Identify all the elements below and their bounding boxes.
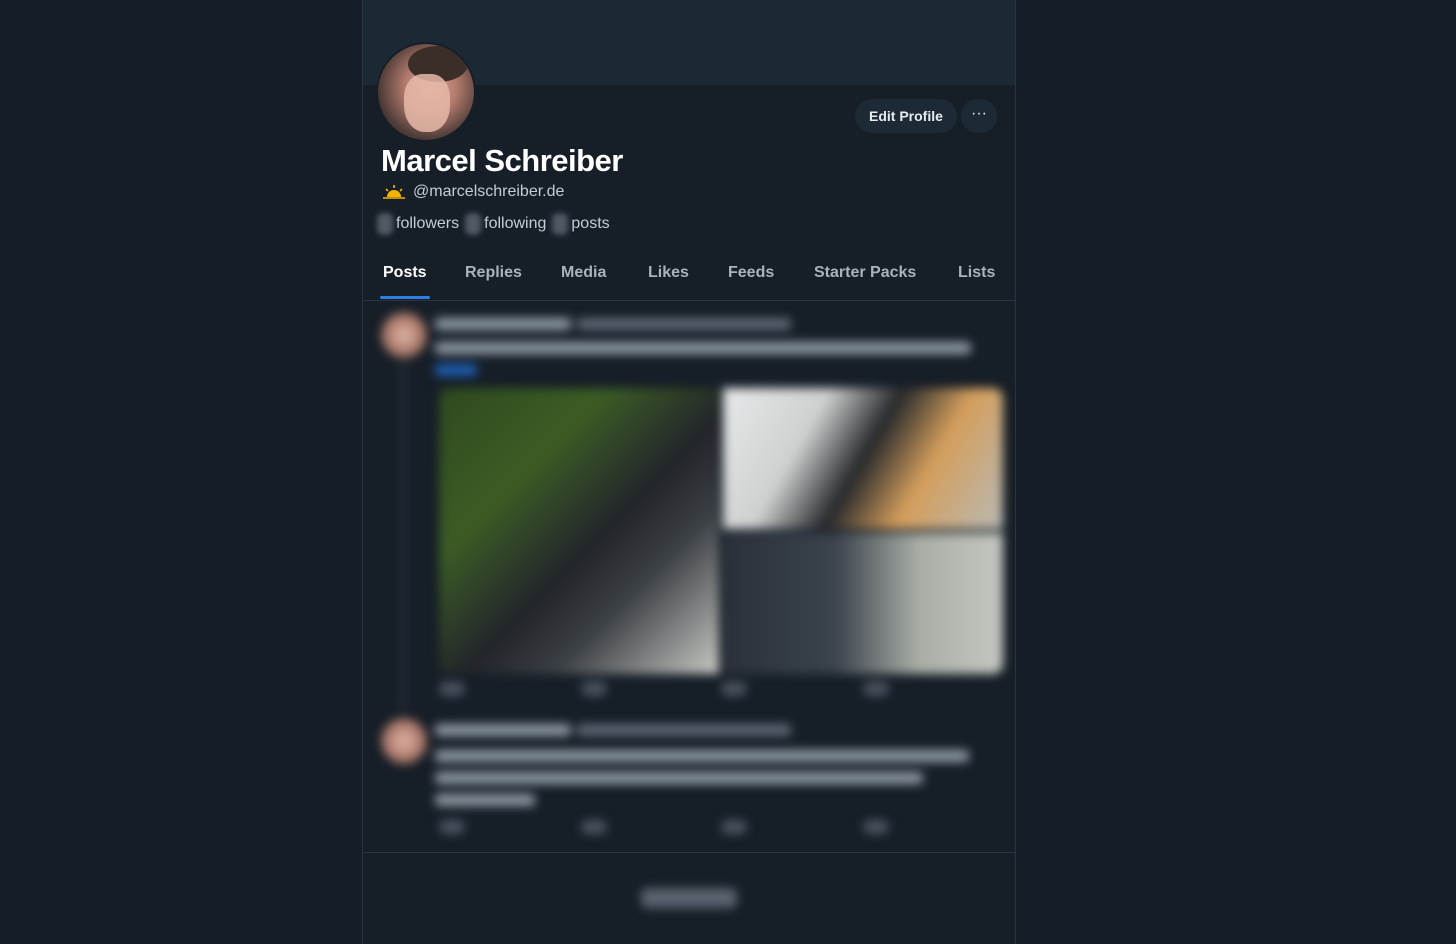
post-actions (439, 682, 889, 698)
avatar-hand (404, 74, 450, 132)
post-text-redacted (435, 772, 923, 784)
feed-divider (363, 852, 1015, 853)
reply-icon[interactable] (439, 682, 465, 696)
profile-handle[interactable]: @marcelschreiber.de (413, 183, 564, 201)
post-text-redacted (435, 750, 969, 762)
active-tab-indicator (380, 296, 430, 299)
followers-count-redacted (377, 213, 393, 235)
following-label[interactable]: following (484, 215, 546, 233)
post-meta-redacted (577, 724, 791, 736)
post-image[interactable] (439, 388, 719, 674)
feed-post[interactable] (363, 712, 1015, 850)
tab-feeds[interactable]: Feeds (728, 264, 774, 282)
more-icon[interactable] (863, 820, 889, 834)
like-icon[interactable] (721, 682, 747, 696)
posts-count-redacted (552, 213, 569, 235)
thread-line (401, 362, 405, 712)
posts-label: posts (571, 215, 610, 232)
handle-row: @marcelschreiber.de (383, 183, 564, 201)
post-author-redacted (435, 318, 571, 330)
post-avatar[interactable] (381, 718, 427, 764)
repost-icon[interactable] (581, 820, 607, 834)
tab-likes[interactable]: Likes (648, 264, 689, 282)
profile-avatar[interactable] (376, 42, 476, 142)
tab-lists[interactable]: Lists (958, 264, 995, 282)
profile-stats: followers following posts (377, 213, 610, 235)
end-of-feed-redacted (641, 888, 737, 908)
post-media-grid[interactable] (439, 388, 1003, 674)
profile-column: Edit Profile ··· Marcel Schreiber @marce… (362, 0, 1016, 944)
tab-posts[interactable]: Posts (383, 264, 427, 282)
followers-label[interactable]: followers (396, 215, 459, 233)
tab-replies[interactable]: Replies (465, 264, 522, 282)
post-text-redacted (435, 342, 971, 354)
post-image[interactable] (723, 388, 1003, 529)
post-text-redacted (435, 794, 535, 806)
tab-media[interactable]: Media (561, 264, 606, 282)
post-actions (439, 820, 889, 836)
profile-tabs: Posts Replies Media Likes Feeds Starter … (363, 252, 1015, 301)
edit-profile-button[interactable]: Edit Profile (855, 99, 957, 133)
display-name: Marcel Schreiber (381, 143, 623, 178)
post-avatar[interactable] (381, 312, 427, 358)
post-author-redacted (435, 724, 571, 736)
more-icon[interactable] (863, 682, 889, 696)
feed-post[interactable] (363, 300, 1015, 712)
tab-starter-packs[interactable]: Starter Packs (814, 264, 916, 282)
more-options-button[interactable]: ··· (961, 99, 997, 133)
sunrise-icon (383, 185, 405, 199)
following-count-redacted (465, 213, 482, 235)
post-link-redacted (435, 364, 477, 376)
post-meta-redacted (577, 318, 791, 330)
post-image[interactable] (723, 533, 1003, 674)
ellipsis-icon: ··· (971, 105, 987, 122)
like-icon[interactable] (721, 820, 747, 834)
repost-icon[interactable] (581, 682, 607, 696)
reply-icon[interactable] (439, 820, 465, 834)
